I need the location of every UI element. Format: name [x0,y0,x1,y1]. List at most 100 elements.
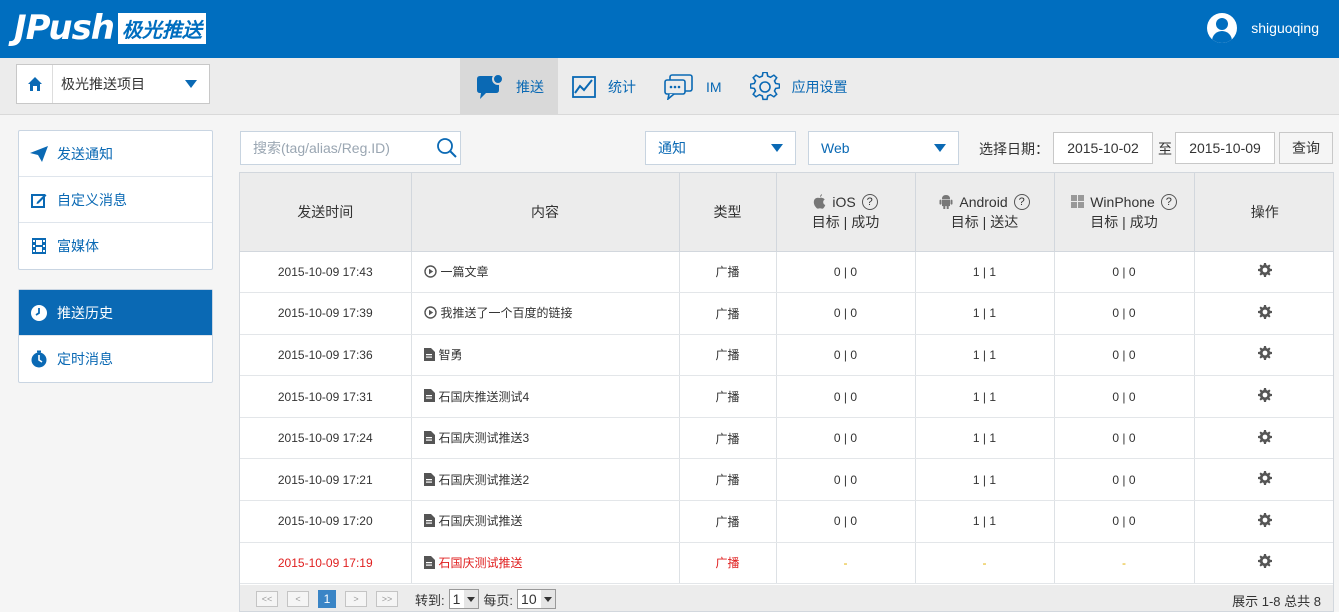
cell-content[interactable]: 我推送了一个百度的链接 [411,292,680,335]
date-label: 选择日期： [979,141,1049,157]
sidebar-item-rich-media[interactable]: 富媒体 [19,223,212,269]
tab-app-settings-label: 应用设置 [791,78,848,95]
cell-android: 1 | 1 [915,375,1055,418]
cell-android: 1 | 1 [915,251,1055,294]
sidebar-item-send-notification[interactable]: 发送通知 [19,131,212,177]
type-select[interactable]: 通知 [645,131,796,165]
settings-gear-icon[interactable] [1257,346,1272,363]
document-icon [423,472,435,489]
tab-stats-label: 统计 [608,78,636,95]
settings-gear-icon[interactable] [1257,388,1272,405]
apple-icon [814,194,826,209]
table-row: 2015-10-09 17:43 一篇文章 广播 0 | 01 | 10 | 0 [240,251,1333,294]
settings-gear-icon[interactable] [1257,471,1272,488]
cell-ios: 0 | 0 [776,292,916,335]
top-header: JPush 极光推送 shiguoqing [0,0,1339,58]
page-1-button[interactable]: 1 [318,590,336,608]
sidebar-item-custom-message[interactable]: 自定义消息 [19,177,212,223]
windows-icon [1071,195,1085,209]
chevron-down-icon [464,590,479,608]
cell-winphone: 0 | 0 [1054,334,1195,377]
search-input[interactable] [241,140,434,156]
ios-header-label: iOS [832,193,856,210]
cell-ops [1194,334,1333,377]
cell-type: 广播 [679,292,777,335]
user-menu[interactable]: shiguoqing [1207,13,1319,43]
cell-content[interactable]: 石国庆测试推送 [411,542,680,585]
prev-page-button[interactable]: < [287,591,309,607]
sidebar-item-label: 自定义消息 [57,191,127,208]
clock-icon [29,304,49,322]
table-row: 2015-10-09 17:39 我推送了一个百度的链接 广播 0 | 01 | 10… [240,292,1333,335]
settings-gear-icon[interactable] [1257,512,1272,530]
cell-content[interactable]: 石国庆测试推送2 [411,458,680,502]
search-icon[interactable] [434,137,460,159]
table-row: 2015-10-09 17:21 石国庆测试推送2 广播 0 | 01 | 10 | … [240,458,1333,502]
cell-content[interactable]: 石国庆测试推送 [411,500,680,543]
help-icon[interactable]: ? [861,193,878,210]
cell-content-text: 我推送了一个百度的链接 [440,306,573,321]
tab-im[interactable]: IM [650,58,736,115]
cell-content[interactable]: 一篇文章 [411,251,680,294]
home-icon[interactable] [17,65,53,103]
cell-ops [1194,542,1333,585]
sidebar-send-group: 发送通知 自定义消息 富媒体 [18,130,213,270]
date-from-input[interactable]: 2015-10-02 [1053,132,1153,164]
table-body: 2015-10-09 17:43 一篇文章 广播 0 | 01 | 10 | 0 201… [240,251,1333,585]
cell-ops [1194,375,1333,418]
tab-push[interactable]: 推送 [460,58,558,115]
column-header-android: Android ? 目标 | 送达 [915,173,1055,252]
help-icon[interactable]: ? [1160,193,1177,210]
sidebar-item-label: 定时消息 [57,351,113,367]
tab-stats[interactable]: 统计 [558,58,650,115]
sidebar-item-push-history[interactable]: 推送历史 [19,290,212,336]
cell-android: 1 | 1 [915,292,1055,335]
sidebar-item-scheduled-message[interactable]: 定时消息 [19,336,212,382]
timer-icon [29,350,49,368]
first-page-button[interactable]: << [256,591,278,607]
chevron-down-icon [185,80,197,88]
goto-page-select[interactable]: 1 [448,589,480,609]
goto-page-value: 1 [452,591,461,607]
cell-ios: 0 | 0 [776,458,916,502]
settings-gear-icon[interactable] [1257,263,1272,280]
android-header-sub: 目标 | 送达 [950,213,1019,230]
cell-time: 2015-10-09 17:20 [240,500,412,543]
help-icon[interactable]: ? [1013,193,1030,210]
logo-cn-text: 极光推送 [118,12,207,44]
cell-type: 广播 [679,500,777,543]
settings-gear-icon[interactable] [1257,554,1272,571]
platform-select[interactable]: Web [808,131,959,165]
date-to-input[interactable]: 2015-10-09 [1175,132,1275,164]
sidebar-history-group: 推送历史 定时消息 [18,289,213,383]
tab-app-settings[interactable]: 应用设置 [736,58,862,115]
settings-gear-icon[interactable] [1257,304,1272,322]
cell-time: 2015-10-09 17:43 [240,251,412,294]
cell-content[interactable]: 石国庆测试推送3 [411,417,680,460]
cell-ios: 0 | 0 [776,334,916,377]
sidebar-item-label: 富媒体 [57,238,99,254]
winphone-header-label: WinPhone [1090,193,1155,210]
last-page-button[interactable]: >> [376,591,398,607]
cell-type: 广播 [679,375,777,418]
project-select[interactable]: 极光推送项目 [16,64,210,104]
cell-winphone: 0 | 0 [1054,375,1195,418]
cell-content[interactable]: 智勇 [411,334,680,377]
settings-gear-icon[interactable] [1257,429,1272,447]
cell-android: 1 | 1 [915,417,1055,460]
table-row: 2015-10-09 17:36 智勇 广播 0 | 01 | 10 | 0 [240,334,1333,377]
cell-content[interactable]: 石国庆推送测试4 [411,375,680,418]
jpush-logo[interactable]: JPush 极光推送 [14,8,207,48]
sidebar-item-label: 发送通知 [57,145,113,162]
cell-ios: 0 | 0 [776,375,916,418]
column-header-winphone: WinPhone ? 目标 | 成功 [1054,173,1195,252]
next-page-button[interactable]: > [345,591,367,607]
cell-time: 2015-10-09 17:39 [240,292,412,335]
cell-winphone: 0 | 0 [1054,417,1195,460]
table-header-row: 发送时间 内容 类型 iOS ? 目标 | 成功 Android ? 目标 | … [240,173,1333,252]
column-header-content: 内容 [411,173,680,252]
per-page-select[interactable]: 10 [517,589,556,609]
chevron-down-icon [771,144,783,152]
cell-type: 广播 [679,334,777,377]
query-button[interactable]: 查询 [1279,132,1333,164]
